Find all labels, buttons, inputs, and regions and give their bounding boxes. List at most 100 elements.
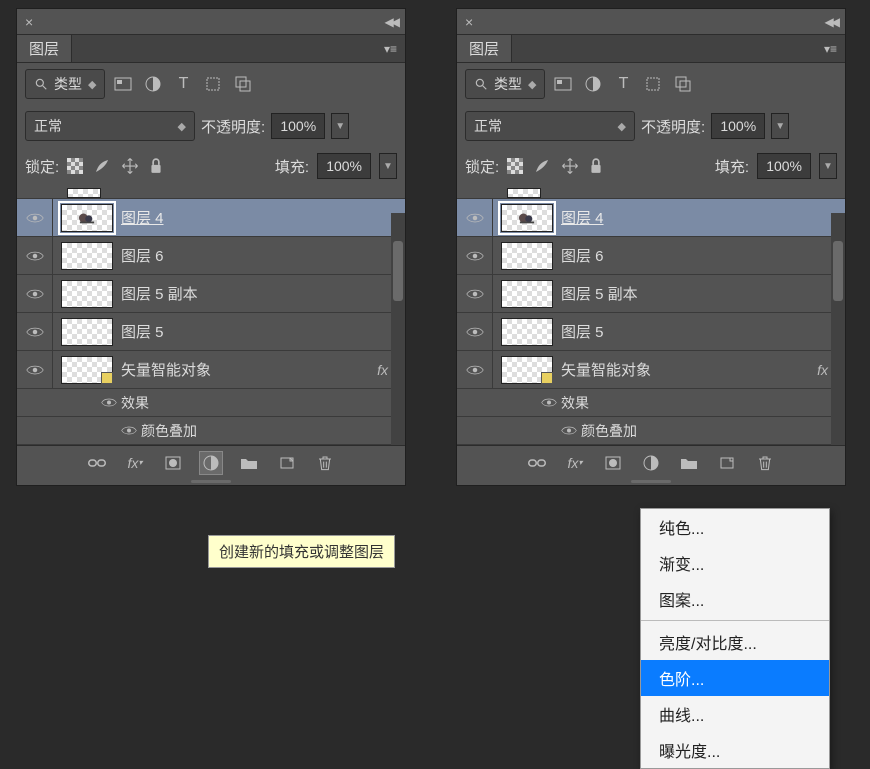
visibility-icon[interactable]: [17, 237, 53, 274]
visibility-icon[interactable]: [457, 351, 493, 388]
layer-row[interactable]: 图层 5: [17, 313, 405, 351]
layer-name-label[interactable]: 图层 4: [561, 207, 837, 228]
layer-row[interactable]: 图层 5 副本: [17, 275, 405, 313]
effects-header-row[interactable]: 效果: [457, 389, 845, 417]
fill-value[interactable]: 100%: [317, 153, 371, 179]
layer-mask-icon[interactable]: [601, 451, 625, 475]
filter-smart-icon[interactable]: [231, 72, 255, 96]
layer-style-icon[interactable]: fx▾: [563, 451, 587, 475]
layer-row[interactable]: 图层 5 副本: [457, 275, 845, 313]
visibility-icon[interactable]: [17, 275, 53, 312]
filter-pixel-icon[interactable]: [551, 72, 575, 96]
filter-shape-icon[interactable]: [641, 72, 665, 96]
fill-dropdown-icon[interactable]: ▼: [819, 153, 837, 179]
fill-value[interactable]: 100%: [757, 153, 811, 179]
layer-name-label[interactable]: 图层 5: [561, 321, 837, 342]
menu-item-pattern[interactable]: 图案...: [641, 581, 829, 617]
layer-thumbnail[interactable]: [501, 280, 553, 308]
opacity-value[interactable]: 100%: [271, 113, 325, 139]
layer-row[interactable]: 图层 6: [17, 237, 405, 275]
visibility-icon[interactable]: [457, 313, 493, 350]
layer-group-icon[interactable]: [677, 451, 701, 475]
filter-type-select[interactable]: 类型 ◆: [465, 69, 545, 99]
close-icon[interactable]: ×: [25, 14, 33, 30]
visibility-icon[interactable]: [97, 397, 121, 408]
layer-thumbnail[interactable]: [501, 204, 553, 232]
new-layer-icon[interactable]: [715, 451, 739, 475]
delete-layer-icon[interactable]: [313, 451, 337, 475]
layer-thumbnail[interactable]: [61, 356, 113, 384]
layer-row[interactable]: 图层 4: [17, 199, 405, 237]
lock-paint-icon[interactable]: [93, 157, 111, 175]
link-layers-icon[interactable]: [85, 451, 109, 475]
lock-position-icon[interactable]: [121, 157, 139, 175]
lock-paint-icon[interactable]: [533, 157, 551, 175]
filter-pixel-icon[interactable]: [111, 72, 135, 96]
layer-thumbnail[interactable]: [61, 204, 113, 232]
scrollbar-thumb[interactable]: [833, 241, 843, 301]
panel-menu-icon[interactable]: ▾≡: [376, 42, 405, 56]
filter-smart-icon[interactable]: [671, 72, 695, 96]
visibility-icon[interactable]: [557, 425, 581, 436]
menu-item-brightness-contrast[interactable]: 亮度/对比度...: [641, 624, 829, 660]
adjustment-layer-icon[interactable]: [199, 451, 223, 475]
link-layers-icon[interactable]: [525, 451, 549, 475]
layer-name-label[interactable]: 图层 5: [121, 321, 397, 342]
layer-name-label[interactable]: 矢量智能对象: [561, 359, 817, 380]
visibility-icon[interactable]: [537, 397, 561, 408]
effects-header-row[interactable]: 效果: [17, 389, 405, 417]
layer-thumbnail[interactable]: [61, 242, 113, 270]
adjustment-layer-icon[interactable]: [639, 451, 663, 475]
visibility-icon[interactable]: [457, 275, 493, 312]
close-icon[interactable]: ×: [465, 14, 473, 30]
fx-badge[interactable]: fx: [817, 362, 828, 378]
layer-name-label[interactable]: 图层 5 副本: [121, 283, 397, 304]
filter-type-select[interactable]: 类型 ◆: [25, 69, 105, 99]
delete-layer-icon[interactable]: [753, 451, 777, 475]
layer-style-icon[interactable]: fx▾: [123, 451, 147, 475]
menu-item-solid-color[interactable]: 纯色...: [641, 509, 829, 545]
menu-item-gradient[interactable]: 渐变...: [641, 545, 829, 581]
lock-transparency-icon[interactable]: [67, 158, 83, 174]
tab-layers[interactable]: 图层: [457, 35, 512, 62]
collapse-icon[interactable]: ◀◀: [385, 15, 397, 29]
layer-mask-icon[interactable]: [161, 451, 185, 475]
layer-row[interactable]: 矢量智能对象 fx ▾: [17, 351, 405, 389]
filter-type-t-icon[interactable]: T: [611, 72, 635, 96]
filter-shape-icon[interactable]: [201, 72, 225, 96]
menu-item-levels[interactable]: 色阶...: [641, 660, 829, 696]
fx-badge[interactable]: fx: [377, 362, 388, 378]
filter-adjust-icon[interactable]: [581, 72, 605, 96]
layer-thumbnail[interactable]: [501, 318, 553, 346]
panel-menu-icon[interactable]: ▾≡: [816, 42, 845, 56]
lock-all-icon[interactable]: [589, 158, 603, 174]
opacity-dropdown-icon[interactable]: ▼: [331, 113, 349, 139]
visibility-icon[interactable]: [117, 425, 141, 436]
effect-item-row[interactable]: 颜色叠加: [457, 417, 845, 445]
effect-item-row[interactable]: 颜色叠加: [17, 417, 405, 445]
new-layer-icon[interactable]: [275, 451, 299, 475]
lock-position-icon[interactable]: [561, 157, 579, 175]
menu-item-curves[interactable]: 曲线...: [641, 696, 829, 732]
resize-handle[interactable]: [457, 479, 845, 485]
resize-handle[interactable]: [17, 479, 405, 485]
tab-layers[interactable]: 图层: [17, 35, 72, 62]
lock-all-icon[interactable]: [149, 158, 163, 174]
filter-type-t-icon[interactable]: T: [171, 72, 195, 96]
layer-group-icon[interactable]: [237, 451, 261, 475]
opacity-value[interactable]: 100%: [711, 113, 765, 139]
scrollbar[interactable]: [391, 213, 405, 445]
opacity-dropdown-icon[interactable]: ▼: [771, 113, 789, 139]
scrollbar-thumb[interactable]: [393, 241, 403, 301]
layer-thumbnail[interactable]: [61, 280, 113, 308]
layer-name-label[interactable]: 图层 6: [121, 245, 397, 266]
visibility-icon[interactable]: [457, 237, 493, 274]
layer-row[interactable]: 图层 6: [457, 237, 845, 275]
layer-name-label[interactable]: 图层 5 副本: [561, 283, 837, 304]
collapse-icon[interactable]: ◀◀: [825, 15, 837, 29]
layer-thumbnail[interactable]: [61, 318, 113, 346]
filter-adjust-icon[interactable]: [141, 72, 165, 96]
menu-item-exposure[interactable]: 曝光度...: [641, 732, 829, 768]
layer-thumbnail[interactable]: [501, 242, 553, 270]
visibility-icon[interactable]: [17, 313, 53, 350]
